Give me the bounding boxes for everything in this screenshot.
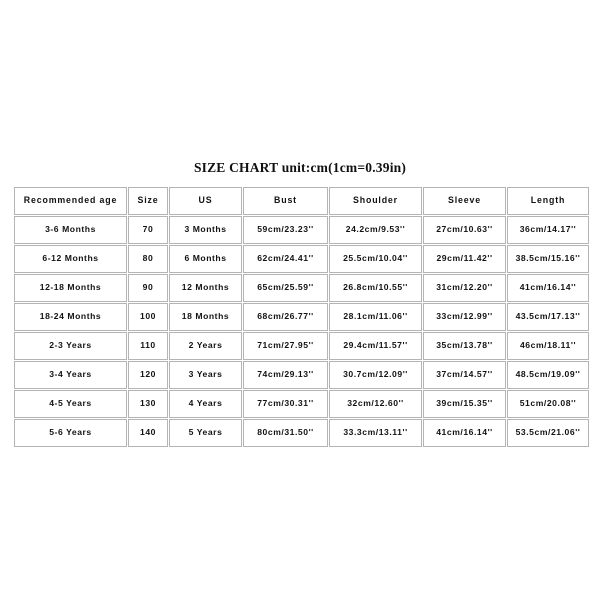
- table-row: 5-6 Years 140 5 Years 80cm/31.50'' 33.3c…: [14, 419, 589, 447]
- column-header-us: US: [169, 187, 242, 215]
- cell-sleeve: 29cm/11.42'': [423, 245, 506, 273]
- cell-shoulder: 25.5cm/10.04'': [329, 245, 422, 273]
- page-title: SIZE CHART unit:cm(1cm=0.39in): [193, 160, 407, 175]
- cell-size: 120: [128, 361, 168, 389]
- cell-length: 53.5cm/21.06'': [507, 419, 589, 447]
- table-row: 12-18 Months 90 12 Months 65cm/25.59'' 2…: [14, 274, 589, 302]
- cell-sleeve: 31cm/12.20'': [423, 274, 506, 302]
- cell-shoulder: 24.2cm/9.53'': [329, 216, 422, 244]
- cell-length: 43.5cm/17.13'': [507, 303, 589, 331]
- cell-length: 41cm/16.14'': [507, 274, 589, 302]
- cell-bust: 77cm/30.31'': [243, 390, 328, 418]
- cell-size: 80: [128, 245, 168, 273]
- cell-shoulder: 32cm/12.60'': [329, 390, 422, 418]
- cell-recommended-age: 3-6 Months: [14, 216, 127, 244]
- column-header-size: Size: [128, 187, 168, 215]
- cell-recommended-age: 3-4 Years: [14, 361, 127, 389]
- table-row: 3-4 Years 120 3 Years 74cm/29.13'' 30.7c…: [14, 361, 589, 389]
- cell-bust: 65cm/25.59'': [243, 274, 328, 302]
- cell-us: 6 Months: [169, 245, 242, 273]
- table-row: 4-5 Years 130 4 Years 77cm/30.31'' 32cm/…: [14, 390, 589, 418]
- cell-bust: 80cm/31.50'': [243, 419, 328, 447]
- cell-sleeve: 39cm/15.35'': [423, 390, 506, 418]
- cell-bust: 71cm/27.95'': [243, 332, 328, 360]
- table-row: 18-24 Months 100 18 Months 68cm/26.77'' …: [14, 303, 589, 331]
- cell-shoulder: 29.4cm/11.57'': [329, 332, 422, 360]
- cell-us: 3 Months: [169, 216, 242, 244]
- cell-us: 4 Years: [169, 390, 242, 418]
- cell-sleeve: 37cm/14.57'': [423, 361, 506, 389]
- cell-length: 51cm/20.08'': [507, 390, 589, 418]
- cell-length: 48.5cm/19.09'': [507, 361, 589, 389]
- size-chart-table: Recommended age Size US Bust Shoulder Sl…: [13, 186, 590, 448]
- table-header-row: Recommended age Size US Bust Shoulder Sl…: [14, 187, 589, 215]
- cell-recommended-age: 4-5 Years: [14, 390, 127, 418]
- cell-size: 110: [128, 332, 168, 360]
- cell-shoulder: 28.1cm/11.06'': [329, 303, 422, 331]
- cell-sleeve: 33cm/12.99'': [423, 303, 506, 331]
- table-body: 3-6 Months 70 3 Months 59cm/23.23'' 24.2…: [14, 216, 589, 447]
- cell-size: 100: [128, 303, 168, 331]
- cell-us: 3 Years: [169, 361, 242, 389]
- cell-shoulder: 30.7cm/12.09'': [329, 361, 422, 389]
- cell-length: 38.5cm/15.16'': [507, 245, 589, 273]
- cell-bust: 74cm/29.13'': [243, 361, 328, 389]
- cell-sleeve: 27cm/10.63'': [423, 216, 506, 244]
- column-header-sleeve: Sleeve: [423, 187, 506, 215]
- column-header-bust: Bust: [243, 187, 328, 215]
- column-header-length: Length: [507, 187, 589, 215]
- cell-bust: 68cm/26.77'': [243, 303, 328, 331]
- cell-recommended-age: 6-12 Months: [14, 245, 127, 273]
- cell-shoulder: 26.8cm/10.55'': [329, 274, 422, 302]
- cell-length: 46cm/18.11'': [507, 332, 589, 360]
- cell-us: 12 Months: [169, 274, 242, 302]
- cell-recommended-age: 12-18 Months: [14, 274, 127, 302]
- column-header-recommended-age: Recommended age: [14, 187, 127, 215]
- table-header: Recommended age Size US Bust Shoulder Sl…: [14, 187, 589, 215]
- cell-size: 140: [128, 419, 168, 447]
- table-row: 3-6 Months 70 3 Months 59cm/23.23'' 24.2…: [14, 216, 589, 244]
- cell-sleeve: 35cm/13.78'': [423, 332, 506, 360]
- cell-bust: 59cm/23.23'': [243, 216, 328, 244]
- cell-us: 18 Months: [169, 303, 242, 331]
- cell-size: 90: [128, 274, 168, 302]
- cell-recommended-age: 18-24 Months: [14, 303, 127, 331]
- cell-size: 130: [128, 390, 168, 418]
- cell-recommended-age: 5-6 Years: [14, 419, 127, 447]
- cell-bust: 62cm/24.41'': [243, 245, 328, 273]
- table-row: 2-3 Years 110 2 Years 71cm/27.95'' 29.4c…: [14, 332, 589, 360]
- cell-recommended-age: 2-3 Years: [14, 332, 127, 360]
- cell-us: 2 Years: [169, 332, 242, 360]
- cell-sleeve: 41cm/16.14'': [423, 419, 506, 447]
- size-chart-page: SIZE CHART unit:cm(1cm=0.39in) Recommend…: [0, 0, 600, 600]
- table-row: 6-12 Months 80 6 Months 62cm/24.41'' 25.…: [14, 245, 589, 273]
- cell-us: 5 Years: [169, 419, 242, 447]
- cell-size: 70: [128, 216, 168, 244]
- cell-shoulder: 33.3cm/13.11'': [329, 419, 422, 447]
- cell-length: 36cm/14.17'': [507, 216, 589, 244]
- column-header-shoulder: Shoulder: [329, 187, 422, 215]
